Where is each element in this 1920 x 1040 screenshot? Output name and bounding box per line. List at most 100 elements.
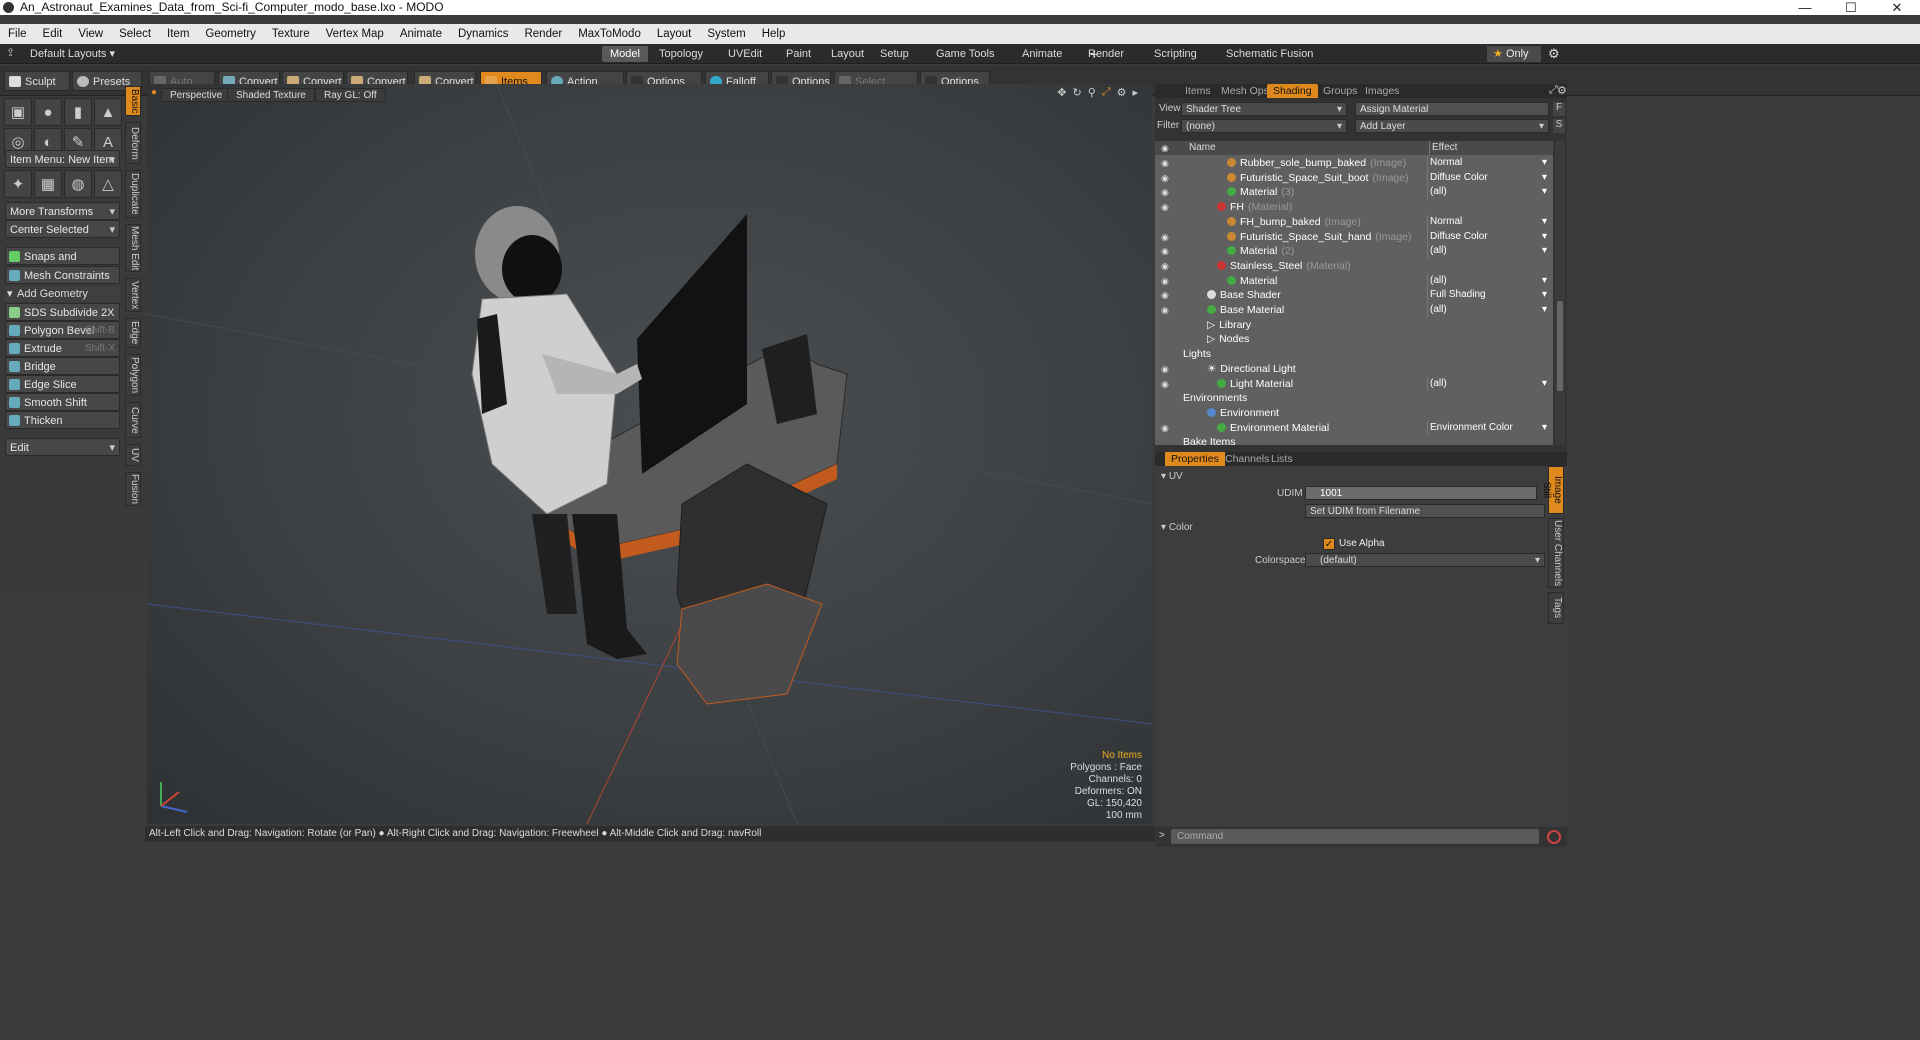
props-tab-properties[interactable]: Properties [1165, 452, 1225, 466]
menu-item[interactable]: Item [159, 28, 197, 40]
shader-tree-row[interactable]: Environment [1155, 406, 1553, 421]
locator-icon[interactable]: ✦ [4, 170, 32, 198]
effect-dropdown-icon[interactable]: ▾ [1542, 288, 1547, 303]
shader-tree-row[interactable]: ◉ Light Material (all) ▾ [1155, 376, 1553, 392]
panel-tab-images[interactable]: Images [1359, 84, 1405, 98]
effect-cell[interactable]: (all) ▾ [1427, 376, 1551, 392]
shader-tree-scrollbar[interactable] [1555, 141, 1565, 445]
layout-tab-animate[interactable]: Animate [1014, 46, 1070, 62]
tool-bridge-button[interactable]: Bridge [5, 357, 120, 375]
shader-tree-row[interactable]: Lights [1155, 347, 1553, 362]
layout-tab-setup[interactable]: Setup [872, 46, 917, 62]
shader-tree-row[interactable]: ◉ Base Shader Full Shading ▾ [1155, 288, 1553, 303]
menu-texture[interactable]: Texture [264, 28, 318, 40]
layout-tab-layout[interactable]: Layout [823, 46, 872, 62]
menu-render[interactable]: Render [516, 28, 570, 40]
shader-tree-row[interactable]: ◉ Base Material (all) ▾ [1155, 303, 1553, 318]
assign-material-button[interactable]: Assign Material [1355, 102, 1549, 116]
layout-tab-render[interactable]: Render [1080, 46, 1132, 62]
sculpt-button[interactable]: Sculpt [4, 71, 70, 91]
tool-extrude-button[interactable]: Extrude Shift-X [5, 339, 120, 357]
center-selected-dropdown[interactable]: Center Selected [5, 220, 120, 239]
tool-polygon-bevel-button[interactable]: Polygon Bevel Shift-B [5, 321, 120, 339]
use-alpha-checkbox[interactable]: ✓ [1323, 538, 1335, 550]
effect-dropdown-icon[interactable]: ▾ [1542, 377, 1547, 392]
cone-icon[interactable]: ▲ [94, 98, 122, 126]
shader-tree-row[interactable]: ◉ ☀ Directional Light [1155, 362, 1553, 377]
shader-tree-row[interactable]: ◉ Material (2) (all) ▾ [1155, 244, 1553, 259]
menu-view[interactable]: View [70, 28, 111, 40]
cube-icon[interactable]: ▣ [4, 98, 32, 126]
effect-dropdown-icon[interactable]: ▾ [1542, 185, 1547, 200]
layout-tab-scripting[interactable]: Scripting [1146, 46, 1205, 62]
palette-tab-basic[interactable]: Basic [125, 86, 141, 116]
shader-tree-row[interactable]: Bake Items [1155, 435, 1553, 445]
effect-cell[interactable]: (all) ▾ [1427, 273, 1551, 289]
menu-file[interactable]: File [0, 28, 35, 40]
view-dropdown[interactable]: Shader Tree [1181, 102, 1347, 117]
effect-cell[interactable]: Diffuse Color ▾ [1427, 170, 1551, 186]
visibility-eye-icon[interactable]: ◉ [1161, 362, 1171, 377]
add-layout-tab-icon[interactable]: + [1090, 46, 1098, 62]
shader-tree[interactable]: ◉ Name Effect ◉ Rubber_sole_bump_baked (Im… [1155, 141, 1553, 445]
add-layer-dropdown[interactable]: Add Layer [1355, 119, 1549, 134]
default-layouts-dropdown[interactable]: Default Layouts ▾ [30, 47, 115, 60]
udim-input[interactable]: 1001 [1305, 486, 1537, 500]
menu-layout[interactable]: Layout [649, 28, 700, 40]
shader-tree-row[interactable]: ▷ Nodes [1155, 332, 1553, 347]
effect-cell[interactable]: Normal ▾ [1427, 156, 1551, 171]
globe-icon[interactable]: ◍ [64, 170, 92, 198]
cylinder-icon[interactable]: ▮ [64, 98, 92, 126]
effect-cell[interactable]: Normal ▾ [1427, 214, 1551, 230]
effect-dropdown-icon[interactable]: ▾ [1542, 274, 1547, 289]
effect-cell[interactable]: Diffuse Color ▾ [1427, 229, 1551, 245]
panel-tab-shading[interactable]: Shading [1267, 84, 1318, 98]
visibility-eye-icon[interactable]: ◉ [1161, 259, 1171, 274]
palette-tab-deform[interactable]: Deform [125, 122, 141, 164]
panel-tab-items[interactable]: Items [1179, 84, 1217, 98]
item-menu-dropdown[interactable]: Item Menu: New Item [5, 150, 120, 169]
command-input[interactable]: Command [1171, 829, 1539, 844]
effect-cell[interactable]: (all) ▾ [1427, 303, 1551, 318]
tool-smooth-shift-button[interactable]: Smooth Shift [5, 393, 120, 411]
layout-pin-icon[interactable]: ⇪ [6, 46, 15, 59]
palette-tab-polygon[interactable]: Polygon [125, 354, 141, 396]
name-column-header[interactable]: Name [1189, 141, 1216, 155]
visibility-eye-icon[interactable]: ◉ [1161, 288, 1171, 303]
effect-dropdown-icon[interactable]: ▾ [1542, 303, 1547, 318]
shader-tree-row[interactable]: ◉ Material (3) (all) ▾ [1155, 185, 1553, 201]
close-icon[interactable]: ✕ [1874, 0, 1920, 15]
uv-section[interactable]: ▾ UV [1161, 471, 1183, 482]
layout-tab-schematic-fusion[interactable]: Schematic Fusion [1218, 46, 1321, 62]
layout-tab-paint[interactable]: Paint [778, 46, 819, 62]
visibility-eye-icon[interactable]: ◉ [1161, 185, 1171, 200]
palette-tab-vertex[interactable]: Vertex [125, 278, 141, 312]
menu-maxtomodo[interactable]: MaxToModo [570, 28, 649, 40]
record-macro-icon[interactable] [1547, 830, 1561, 844]
visibility-eye-icon[interactable]: ◉ [1161, 303, 1171, 318]
visibility-eye-icon[interactable]: ◉ [1161, 230, 1171, 245]
layout-tab-game-tools[interactable]: Game Tools [928, 46, 1003, 62]
snaps-precision-button[interactable]: Snaps and Precision [5, 247, 120, 281]
grid-icon[interactable]: ▦ [34, 170, 62, 198]
shader-tree-row[interactable]: ◉ Rubber_sole_bump_baked (Image) Normal ▾ [1155, 156, 1553, 171]
effect-cell[interactable]: Environment Color ▾ [1427, 420, 1551, 436]
effect-cell[interactable]: Full Shading ▾ [1427, 288, 1551, 303]
props-side-tab-tags[interactable]: Tags [1548, 592, 1564, 624]
menu-edit[interactable]: Edit [35, 28, 71, 40]
effect-dropdown-icon[interactable]: ▾ [1542, 215, 1547, 230]
colorspace-dropdown[interactable]: (default) [1305, 553, 1545, 568]
more-transforms-dropdown[interactable]: More Transforms [5, 202, 120, 221]
visibility-eye-icon[interactable]: ◉ [1161, 274, 1171, 289]
effect-dropdown-icon[interactable]: ▾ [1542, 171, 1547, 186]
palette-tab-uv[interactable]: UV [125, 444, 141, 466]
palette-tab-duplicate[interactable]: Duplicate [125, 170, 141, 218]
menu-animate[interactable]: Animate [392, 28, 450, 40]
tool-edge-slice-button[interactable]: Edge Slice [5, 375, 120, 393]
set-udim-button[interactable]: Set UDIM from Filename [1305, 504, 1545, 518]
shader-tree-row[interactable]: ◉ FH (Material) [1155, 200, 1553, 215]
effect-dropdown-icon[interactable]: ▾ [1542, 244, 1547, 259]
sphere-icon[interactable]: ● [34, 98, 62, 126]
palette-tab-edge[interactable]: Edge [125, 318, 141, 348]
menu-geometry[interactable]: Geometry [197, 28, 264, 40]
